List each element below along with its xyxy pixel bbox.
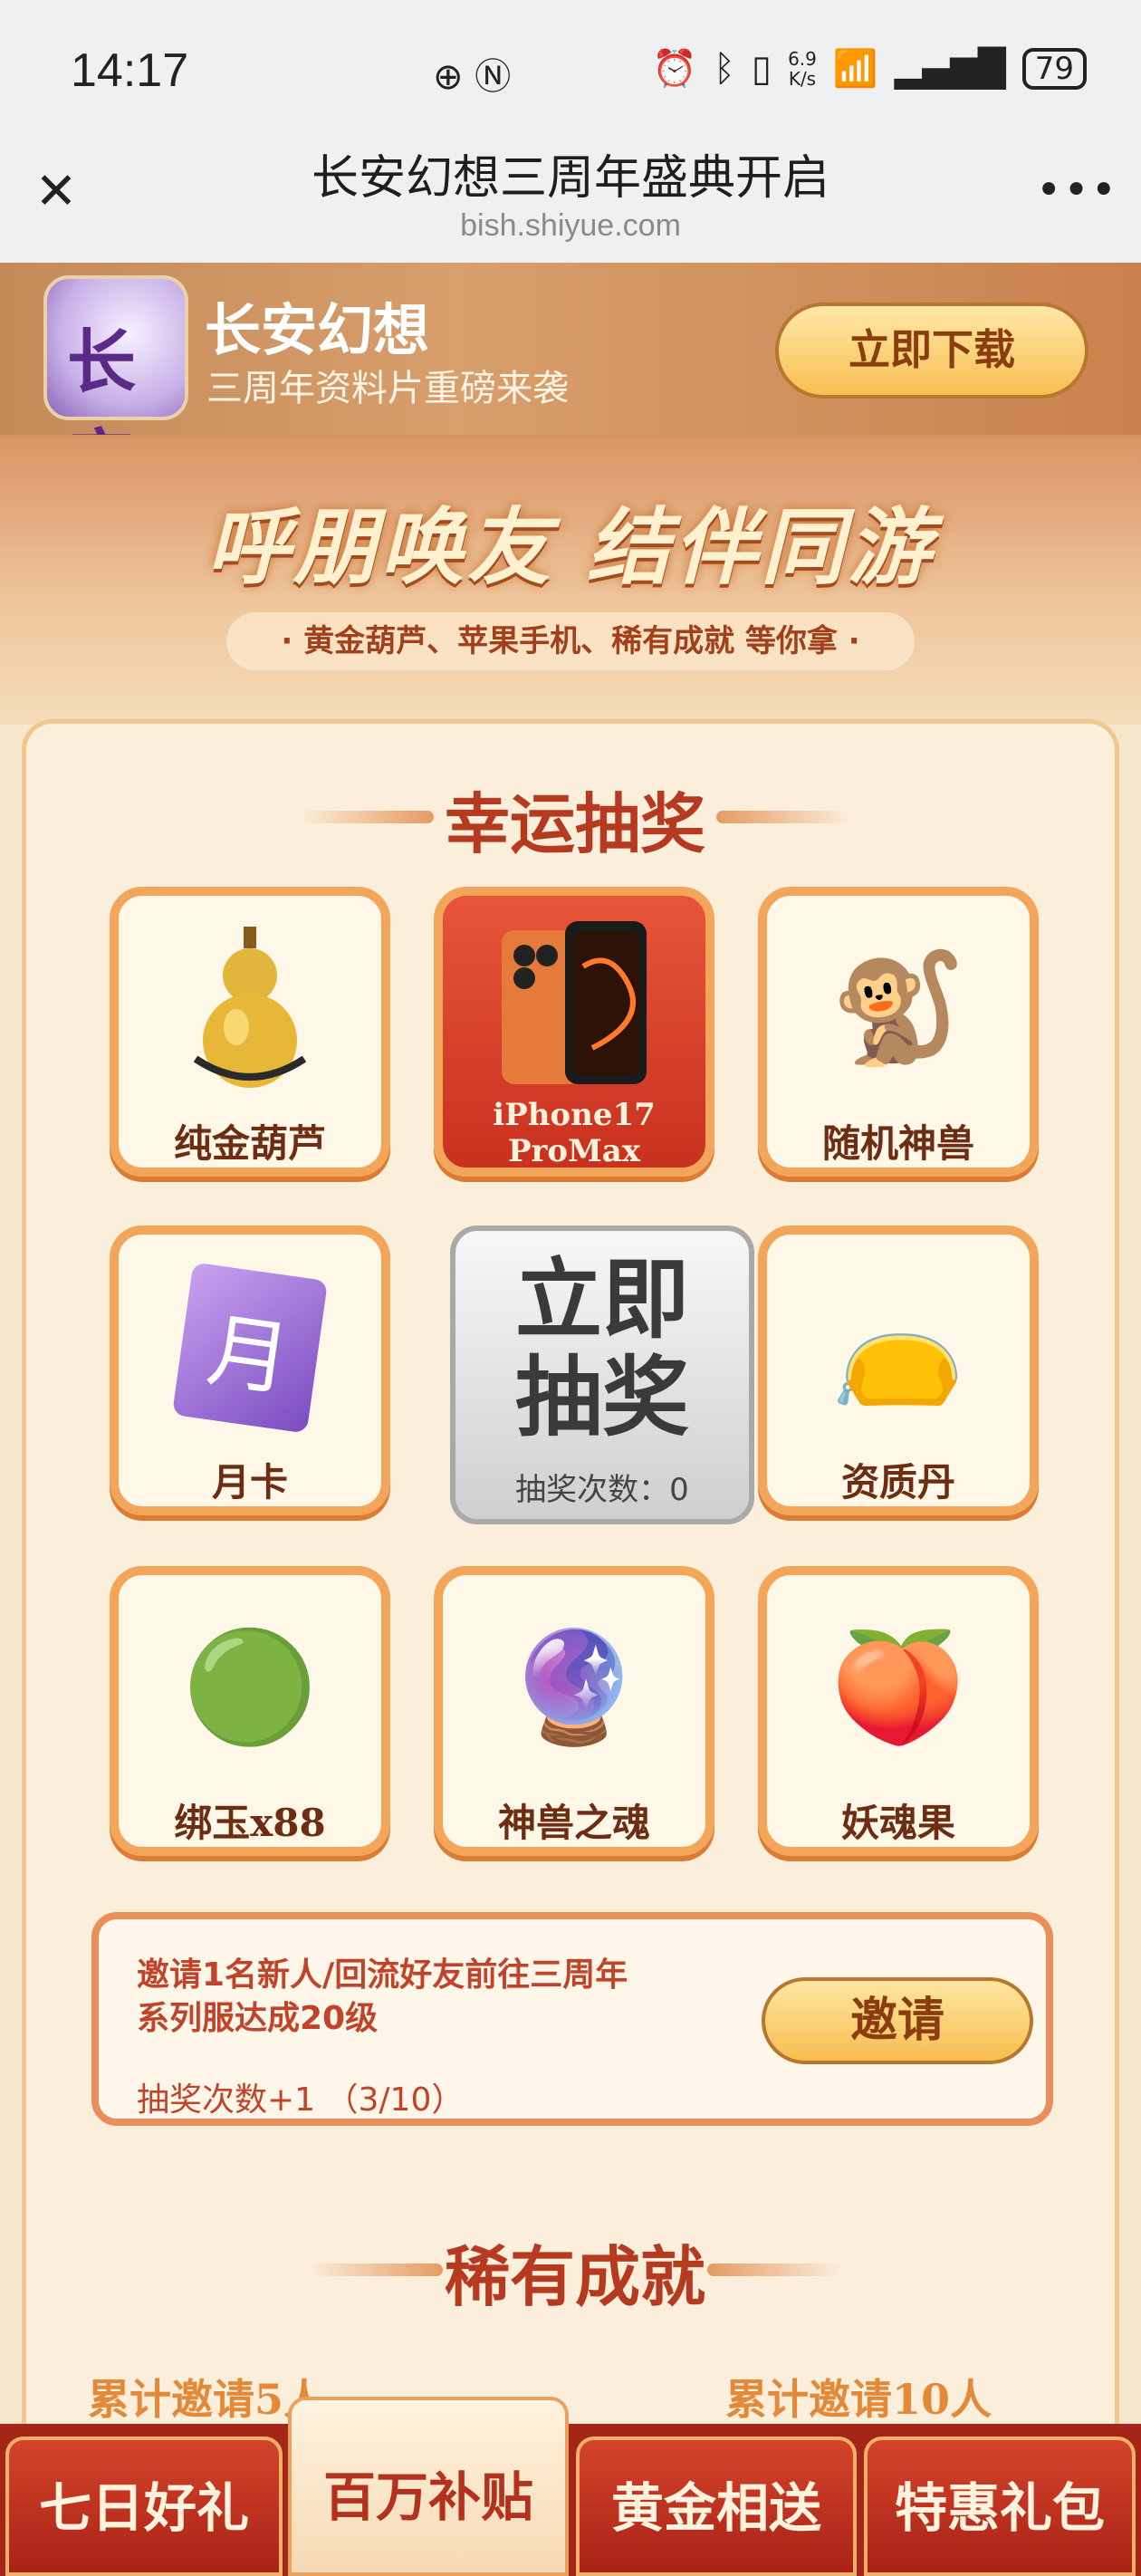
invite-button[interactable]: 邀请 (762, 1977, 1033, 2064)
prize-label: 神兽之魂 (497, 1801, 650, 1845)
status-time: 14:17 (71, 44, 189, 97)
demon-fruit-icon: 🍑 (830, 1625, 966, 1751)
browser-header: ✕ 长安幻想三周年盛典开启 bish.shiyue.com ••• (0, 136, 1141, 263)
tab-million-subsidy[interactable]: 百万补贴 (288, 2397, 569, 2576)
beast-icon: 🐒 (830, 946, 966, 1072)
phone-icon (502, 921, 647, 1084)
soul-orb-icon: 🔮 (506, 1625, 642, 1751)
battery-level: 79 (1021, 47, 1087, 90)
draw-now-button[interactable]: 立即 抽奖 抽奖次数：0 (450, 1226, 754, 1524)
draw-button-line1: 立即 (515, 1248, 689, 1350)
bag-icon: 👝 (830, 1284, 966, 1410)
achievements-title: 稀有成就 (444, 2238, 705, 2315)
prize-random-beast[interactable]: 🐒 随机神兽 (758, 887, 1039, 1177)
hero-subtitle: · 黄金葫芦、苹果手机、稀有成就 等你拿 · (226, 612, 915, 670)
prize-label: 资质丹 (840, 1460, 955, 1504)
status-indicators: ⏰ ᛒ ▯ 6.9 K/s 📶 ▂▄▆█ 79 (652, 47, 1087, 90)
app-logo-icon: 长安 (43, 275, 188, 502)
download-button[interactable]: 立即下载 (775, 303, 1088, 399)
invite-description-line2: 系列服达成20级 (137, 2000, 379, 2037)
draw-count: 抽奖次数：0 (515, 1472, 689, 1508)
prize-bound-jade[interactable]: 🟢 绑玉x88 (110, 1566, 390, 1856)
month-card-glyph: 月 (171, 1262, 329, 1434)
gourd-icon (164, 923, 336, 1095)
app-name: 长安幻想 (205, 297, 430, 363)
prize-label: 月卡 (211, 1460, 288, 1504)
page-title: 长安幻想三周年盛典开启 (311, 151, 829, 206)
net-speed: 6.9 K/s (788, 49, 817, 89)
hero-banner: 呼朋唤友 结伴同游 · 黄金葫芦、苹果手机、稀有成就 等你拿 · (0, 435, 1141, 725)
draw-button-text: 立即 抽奖 (455, 1251, 749, 1447)
tab-special-packs[interactable]: 特惠礼包 (864, 2437, 1136, 2576)
status-notification-icons: ⊕ Ⓝ (433, 56, 512, 98)
draw-button-line2: 抽奖 (515, 1346, 689, 1448)
prize-label: 绑玉x88 (174, 1801, 326, 1845)
net-speed-unit: K/s (788, 67, 817, 90)
prize-iphone[interactable]: iPhone17 ProMax (434, 887, 714, 1177)
tab-seven-day-gifts[interactable]: 七日好礼 (5, 2437, 283, 2576)
vibrate-icon: ▯ (752, 47, 772, 90)
lottery-title: 幸运抽奖 (444, 785, 705, 862)
invite-progress: 抽奖次数+1 （3/10） (137, 2081, 465, 2119)
more-options-icon[interactable]: ••• (1036, 168, 1117, 219)
tab-gold-giveaway[interactable]: 黄金相送 (576, 2437, 857, 2576)
alarm-icon: ⏰ (652, 48, 698, 90)
prize-label: 纯金葫芦 (173, 1121, 326, 1166)
prize-gold-gourd[interactable]: 纯金葫芦 (110, 887, 390, 1177)
prize-aptitude-pill[interactable]: 👝 资质丹 (758, 1226, 1039, 1515)
month-card-icon: 月 (164, 1262, 336, 1434)
prize-label: 随机神兽 (821, 1121, 974, 1166)
signal-icon: ▂▄▆█ (894, 47, 1006, 90)
achievement-invite-10: 累计邀请10人 (725, 2375, 992, 2424)
bluetooth-icon: ᛒ (714, 47, 736, 90)
page-url: bish.shiyue.com (460, 208, 681, 243)
jade-icon: 🟢 (182, 1625, 318, 1751)
bottom-tab-bar: 七日好礼 百万补贴 黄金相送 特惠礼包 (0, 2397, 1141, 2576)
prize-label: iPhone17 ProMax (493, 1097, 656, 1169)
prize-month-card[interactable]: 月 月卡 (110, 1226, 390, 1515)
prize-beast-soul[interactable]: 🔮 神兽之魂 (434, 1566, 714, 1856)
status-bar: 14:17 ⊕ Ⓝ ⏰ ᛒ ▯ 6.9 K/s 📶 ▂▄▆█ 79 (0, 0, 1141, 136)
invite-task-card: 邀请1名新人/回流好友前往三周年 系列服达成20级 抽奖次数+1 （3/10） … (91, 1912, 1053, 2126)
hero-title: 呼朋唤友 结伴同游 (206, 498, 935, 596)
prize-demon-fruit[interactable]: 🍑 妖魂果 (758, 1566, 1039, 1856)
main-panel: 幸运抽奖 纯金葫芦 iPhone17 ProMax 🐒 随机神兽 月 月卡 立即… (22, 719, 1119, 2531)
wifi-icon: 📶 (832, 48, 878, 90)
prize-label: 妖魂果 (840, 1801, 955, 1845)
app-slogan: 三周年资料片重磅来袭 (206, 368, 569, 409)
app-download-banner: 长安 长安幻想 三周年资料片重磅来袭 立即下载 (0, 263, 1141, 502)
invite-description-line1: 邀请1名新人/回流好友前往三周年 (137, 1956, 628, 1994)
net-speed-value: 6.9 (788, 47, 817, 70)
